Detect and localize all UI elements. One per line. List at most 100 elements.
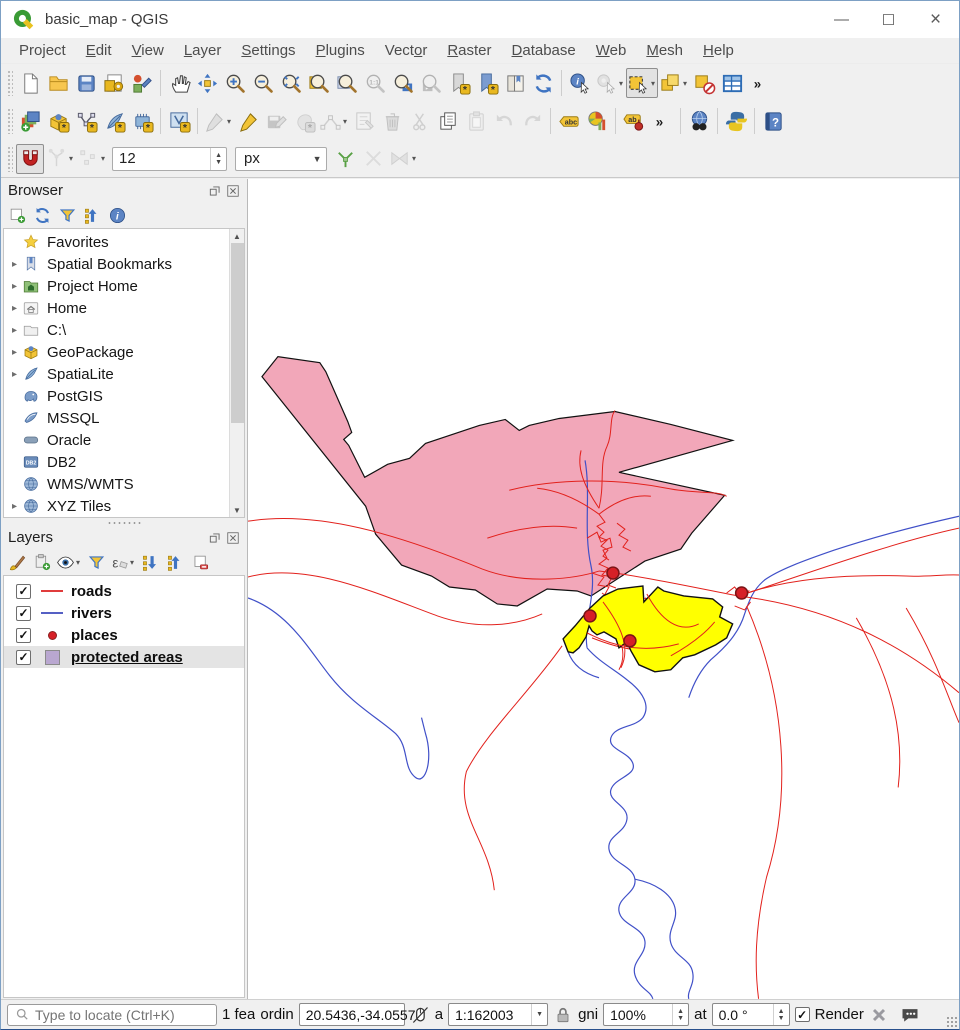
- browser-item-favorites[interactable]: Favorites: [4, 231, 244, 253]
- panel-splitter[interactable]: [1, 519, 247, 526]
- chevron-down-icon[interactable]: ▾: [129, 558, 136, 567]
- refresh-map-button[interactable]: [529, 68, 557, 98]
- menu-layer[interactable]: Layer: [174, 40, 232, 61]
- browser-item-postgis[interactable]: PostGIS: [4, 385, 244, 407]
- browser-item-geopackage[interactable]: ▸GeoPackage: [4, 341, 244, 363]
- metasearch-button[interactable]: [685, 106, 713, 136]
- zoom-to-selection-button[interactable]: [305, 68, 333, 98]
- save-layer-edits-button[interactable]: [262, 106, 290, 136]
- zoom-next-button[interactable]: [417, 68, 445, 98]
- style-manager-button[interactable]: [128, 68, 156, 98]
- expand-arrow-icon[interactable]: ▸: [7, 303, 22, 314]
- browser-item-db2[interactable]: DB2DB2: [4, 451, 244, 473]
- layer-item-roads[interactable]: ✓roads: [4, 580, 244, 602]
- menu-database[interactable]: Database: [502, 40, 586, 61]
- layer-checkbox[interactable]: ✓: [16, 584, 31, 599]
- pan-to-selection-button[interactable]: [193, 68, 221, 98]
- browser-item-wms-wmts[interactable]: WMS/WMTS: [4, 473, 244, 495]
- mouse-position-icon[interactable]: [410, 1005, 430, 1025]
- menu-project[interactable]: Project: [9, 40, 76, 61]
- chevron-down-icon[interactable]: ▾: [682, 79, 689, 88]
- data-source-manager-button[interactable]: [16, 106, 44, 136]
- zoom-full-button[interactable]: [277, 68, 305, 98]
- scroll-down-icon[interactable]: ▼: [233, 503, 241, 517]
- minimize-button[interactable]: —: [818, 1, 865, 38]
- zoom-last-button[interactable]: [389, 68, 417, 98]
- layer-checkbox[interactable]: ✓: [16, 650, 31, 665]
- close-panel-icon[interactable]: [226, 184, 240, 198]
- layer-labeling-button[interactable]: abc: [555, 106, 583, 136]
- menu-settings[interactable]: Settings: [231, 40, 305, 61]
- spinner-buttons[interactable]: ▲▼: [210, 148, 226, 170]
- new-geopackage-layer-button[interactable]: *: [44, 106, 72, 136]
- run-feature-action-button[interactable]: ▾: [594, 68, 626, 98]
- rotation-spinbox[interactable]: 0.0 ° ▲▼: [712, 1003, 790, 1026]
- scroll-up-icon[interactable]: ▲: [233, 229, 241, 243]
- render-checkbox[interactable]: ✓: [795, 1007, 810, 1022]
- chevron-down-icon[interactable]: ▾: [75, 558, 82, 567]
- browser-item-oracle[interactable]: Oracle: [4, 429, 244, 451]
- spinner-buttons[interactable]: ▲▼: [773, 1004, 789, 1025]
- snapping-tolerance-spinbox[interactable]: 12 ▲▼: [112, 147, 227, 171]
- help-contents-button[interactable]: ?: [759, 106, 787, 136]
- layer-item-places[interactable]: ✓places: [4, 624, 244, 646]
- browser-scrollbar[interactable]: ▲ ▼: [229, 229, 244, 517]
- delete-selected-button[interactable]: [378, 106, 406, 136]
- expand-arrow-icon[interactable]: ▸: [7, 501, 22, 512]
- enable-tracing-button[interactable]: ▾: [387, 144, 419, 174]
- select-features-by-value-button[interactable]: ▾: [658, 68, 690, 98]
- collapse-all-layers-button[interactable]: [163, 550, 187, 574]
- menu-vector[interactable]: Vector: [375, 40, 438, 61]
- snap-on-vertex-button[interactable]: ▾: [44, 144, 76, 174]
- menu-view[interactable]: View: [122, 40, 174, 61]
- identify-features-button[interactable]: i: [566, 68, 594, 98]
- chevron-down-icon[interactable]: ▾: [342, 117, 349, 126]
- spinner-buttons[interactable]: ▲▼: [672, 1004, 688, 1025]
- chevron-down-icon[interactable]: ▾: [100, 154, 107, 163]
- topological-editing-button[interactable]: [331, 144, 359, 174]
- open-attribute-table-button[interactable]: [718, 68, 746, 98]
- browser-properties-button[interactable]: i: [105, 203, 129, 227]
- bookmark-manager-button[interactable]: [501, 68, 529, 98]
- menu-web[interactable]: Web: [586, 40, 637, 61]
- close-panel-icon[interactable]: [226, 531, 240, 545]
- undo-button[interactable]: [490, 106, 518, 136]
- map-canvas[interactable]: [248, 179, 959, 999]
- open-project-button[interactable]: [44, 68, 72, 98]
- digitize-with-curve-button[interactable]: *: [290, 106, 318, 136]
- new-shapefile-layer-button[interactable]: *: [72, 106, 100, 136]
- add-group-button[interactable]: [30, 550, 54, 574]
- expand-arrow-icon[interactable]: ▸: [7, 369, 22, 380]
- open-layer-styling-button[interactable]: [5, 550, 29, 574]
- expand-all-layers-button[interactable]: [138, 550, 162, 574]
- chevron-down-icon[interactable]: ▾: [226, 117, 233, 126]
- filter-browser-button[interactable]: [55, 203, 79, 227]
- lock-scale-icon[interactable]: [553, 1005, 573, 1025]
- redo-button[interactable]: [518, 106, 546, 136]
- zoom-native-button[interactable]: 1:1: [361, 68, 389, 98]
- zoom-out-button[interactable]: [249, 68, 277, 98]
- pin-labels-button[interactable]: ab: [620, 106, 648, 136]
- locator-search[interactable]: [7, 1004, 217, 1026]
- pan-map-button[interactable]: [165, 68, 193, 98]
- snap-on-intersection-button[interactable]: [359, 144, 387, 174]
- new-memory-layer-button[interactable]: *: [128, 106, 156, 136]
- toolbar-grip[interactable]: [7, 108, 13, 134]
- layer-checkbox[interactable]: ✓: [16, 628, 31, 643]
- manage-map-themes-button[interactable]: ▾: [55, 550, 83, 574]
- add-selected-layers-button[interactable]: [5, 203, 29, 227]
- show-spatial-bookmarks-button[interactable]: *: [473, 68, 501, 98]
- float-panel-icon[interactable]: [208, 531, 222, 545]
- snap-on-segment-button[interactable]: ▾: [76, 144, 108, 174]
- copy-features-button[interactable]: [434, 106, 462, 136]
- close-button[interactable]: ×: [912, 1, 959, 38]
- snapping-units-combo[interactable]: px ▼: [235, 147, 327, 171]
- scrollbar-thumb[interactable]: [231, 243, 244, 423]
- new-project-button[interactable]: [16, 68, 44, 98]
- scale-combo[interactable]: 1:162003 ▼: [448, 1003, 548, 1026]
- expand-arrow-icon[interactable]: ▸: [7, 347, 22, 358]
- chevron-down-icon[interactable]: ▾: [650, 79, 657, 88]
- filter-legend-button[interactable]: [84, 550, 108, 574]
- browser-item-spatialite[interactable]: ▸SpatiaLite: [4, 363, 244, 385]
- paste-features-button[interactable]: [462, 106, 490, 136]
